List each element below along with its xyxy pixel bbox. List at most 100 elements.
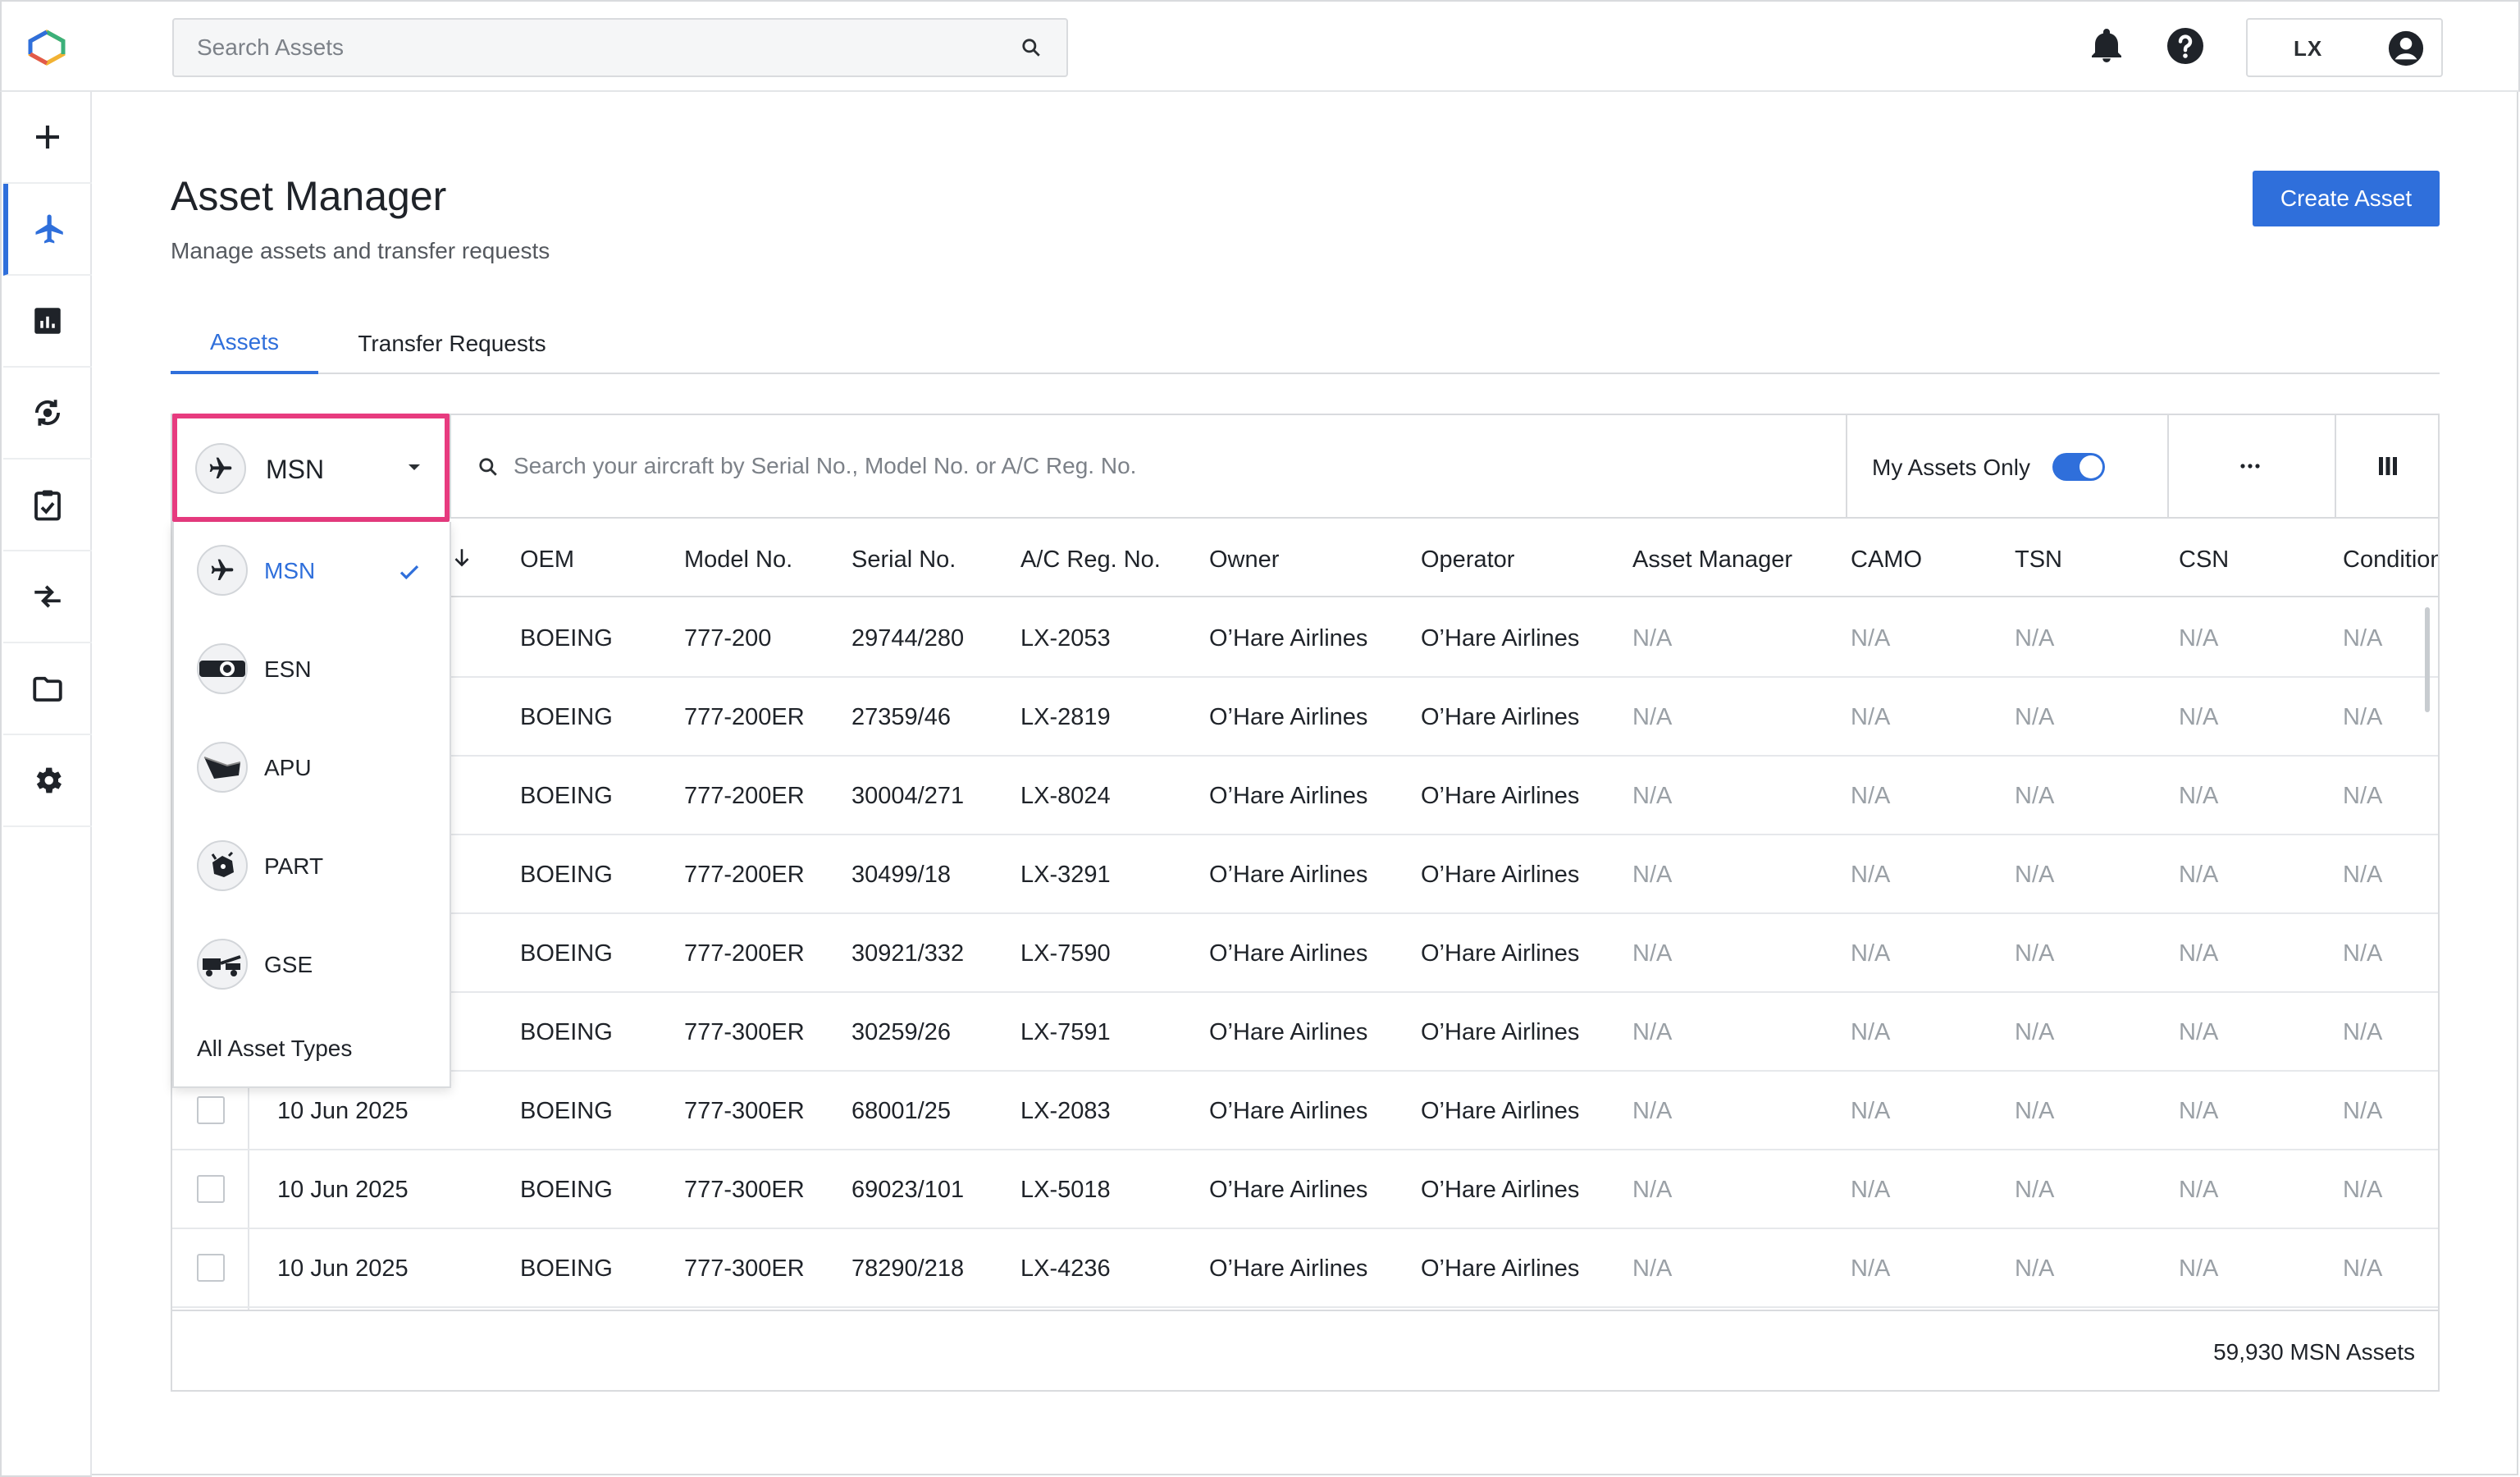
asset-type-option-esn[interactable]: ESN bbox=[174, 620, 450, 719]
column-serial-no[interactable]: Serial No. bbox=[851, 546, 956, 574]
global-search-input[interactable] bbox=[197, 20, 984, 75]
cell-condition: N/A bbox=[2343, 1019, 2383, 1045]
cell-tsn: N/A bbox=[2015, 940, 2055, 967]
part-icon bbox=[211, 851, 234, 877]
asset-type-option-apu[interactable]: APU bbox=[174, 719, 450, 817]
tab-assets[interactable]: Assets bbox=[171, 313, 318, 374]
asset-search[interactable] bbox=[451, 415, 1846, 517]
cell-ac-reg-no: LX-2083 bbox=[1020, 1098, 1111, 1124]
sidebar-item-tasks[interactable] bbox=[3, 460, 92, 551]
bell-icon[interactable] bbox=[2087, 26, 2126, 66]
table-row[interactable]: BOEING 777-200 29744/280 LX-2053 O’Hare Airl… bbox=[172, 599, 2438, 678]
table-row[interactable]: BOEING 777-200ER 30499/18 LX-3291 O’Hare Air… bbox=[172, 835, 2438, 914]
tab-transfer-requests[interactable]: Transfer Requests bbox=[345, 313, 559, 374]
columns-icon bbox=[2379, 457, 2397, 475]
table-row[interactable]: 10 Jun 2025 BOEING 777-300ER 78290/218 LX-42… bbox=[172, 1229, 2438, 1308]
top-bar: LX bbox=[0, 0, 2520, 92]
cell-asset-manager: N/A bbox=[1632, 862, 1673, 888]
assets-table-panel: My Assets Only OEM Model No. Serial No. … bbox=[171, 414, 2440, 1392]
cell-serial-no: 68001/25 bbox=[851, 1098, 951, 1124]
cell-model-no: 777-300ER bbox=[684, 1177, 805, 1203]
table-row[interactable]: BOEING 777-200ER 27359/46 LX-2819 O’Hare Air… bbox=[172, 678, 2438, 757]
airplane-icon bbox=[211, 559, 234, 580]
sidebar-item-assets[interactable] bbox=[3, 184, 92, 276]
sidebar-item-reports[interactable] bbox=[3, 276, 92, 368]
create-asset-button[interactable]: Create Asset bbox=[2253, 171, 2440, 226]
column-csn[interactable]: CSN bbox=[2179, 546, 2229, 574]
asset-type-option-all[interactable]: All Asset Types bbox=[197, 1036, 352, 1062]
asset-type-option-msn[interactable]: MSN bbox=[174, 522, 450, 620]
cell-owner: O’Hare Airlines bbox=[1209, 1098, 1368, 1124]
cell-camo: N/A bbox=[1851, 1177, 1891, 1203]
table-scrollbar[interactable] bbox=[2425, 607, 2430, 712]
cell-serial-no: 29744/280 bbox=[851, 625, 965, 652]
sidebar-item-sync[interactable] bbox=[3, 368, 92, 460]
user-menu[interactable]: LX bbox=[2246, 18, 2443, 77]
column-settings-button[interactable] bbox=[2336, 415, 2440, 517]
table-row[interactable]: BOEING 777-200ER 30921/332 LX-7590 O’Hare Ai… bbox=[172, 914, 2438, 993]
sidebar-item-settings[interactable] bbox=[3, 735, 92, 827]
cell-oem: BOEING bbox=[520, 1255, 613, 1282]
row-checkbox[interactable] bbox=[197, 1175, 225, 1203]
table-row[interactable]: 10 Jun 2025 BOEING 777-300ER 69023/101 LX-50… bbox=[172, 1150, 2438, 1229]
cell-camo: N/A bbox=[1851, 940, 1891, 967]
column-camo[interactable]: CAMO bbox=[1851, 546, 1922, 574]
cell-oem: BOEING bbox=[520, 1177, 613, 1203]
cell-ac-reg-no: LX-8024 bbox=[1020, 783, 1111, 809]
my-assets-toggle[interactable] bbox=[2052, 453, 2105, 481]
row-checkbox[interactable] bbox=[197, 1254, 225, 1282]
cell-asset-manager: N/A bbox=[1632, 1177, 1673, 1203]
asset-type-option-part[interactable]: PART bbox=[174, 817, 450, 916]
sidebar-item-add[interactable] bbox=[3, 92, 92, 184]
table-row[interactable]: BOEING 777-200ER 30004/271 LX-8024 O’Hare Ai… bbox=[172, 757, 2438, 835]
asset-search-input[interactable] bbox=[514, 440, 1826, 492]
clipboard-check-icon bbox=[34, 490, 61, 521]
cell-serial-no: 30921/332 bbox=[851, 940, 965, 967]
cell-asset-manager: N/A bbox=[1632, 1019, 1673, 1045]
cell-serial-no: 30499/18 bbox=[851, 862, 951, 888]
cell-operator: O’Hare Airlines bbox=[1421, 783, 1580, 809]
asset-type-select[interactable]: MSN bbox=[172, 414, 450, 522]
column-condition[interactable]: Condition bbox=[2343, 546, 2438, 574]
app-logo[interactable] bbox=[26, 30, 67, 66]
cell-ac-reg-no: LX-4236 bbox=[1020, 1255, 1111, 1282]
cell-camo: N/A bbox=[1851, 1098, 1891, 1124]
table-row[interactable]: 10 Jun 2025 BOEING 777-300ER 68001/25 LX-208… bbox=[172, 1072, 2438, 1150]
search-icon[interactable] bbox=[1020, 37, 1042, 58]
cell-condition: N/A bbox=[2343, 1098, 2383, 1124]
column-oem[interactable]: OEM bbox=[520, 546, 574, 574]
option-badge bbox=[197, 643, 248, 694]
cell-ac-reg-no: LX-5018 bbox=[1020, 1177, 1111, 1203]
option-label: GSE bbox=[264, 952, 313, 977]
gear-icon bbox=[36, 767, 62, 793]
cell-tsn: N/A bbox=[2015, 1177, 2055, 1203]
column-ac-reg-no[interactable]: A/C Reg. No. bbox=[1020, 546, 1161, 574]
cell-csn: N/A bbox=[2179, 1177, 2219, 1203]
column-tsn[interactable]: TSN bbox=[2015, 546, 2062, 574]
help-icon[interactable] bbox=[2166, 26, 2205, 66]
page-subtitle: Manage assets and transfer requests bbox=[171, 238, 550, 263]
sort-descending-icon[interactable] bbox=[451, 546, 472, 569]
cell-asset-manager: N/A bbox=[1632, 1255, 1673, 1282]
more-options-button[interactable] bbox=[2198, 415, 2302, 517]
option-label: APU bbox=[264, 755, 312, 780]
column-owner[interactable]: Owner bbox=[1209, 546, 1279, 574]
sidebar-item-transfers[interactable] bbox=[3, 551, 92, 643]
sidebar-item-files[interactable] bbox=[3, 643, 92, 735]
global-search[interactable] bbox=[172, 18, 1068, 77]
table-row[interactable]: BOEING 777-300ER 30259/26 LX-7591 O’Hare Air… bbox=[172, 993, 2438, 1072]
cell-camo: N/A bbox=[1851, 862, 1891, 888]
cell-asset-manager: N/A bbox=[1632, 1098, 1673, 1124]
cell-operator: O’Hare Airlines bbox=[1421, 1255, 1580, 1282]
account-icon bbox=[2388, 30, 2424, 66]
column-operator[interactable]: Operator bbox=[1421, 546, 1514, 574]
plus-icon bbox=[36, 126, 59, 149]
cell-operator: O’Hare Airlines bbox=[1421, 1098, 1580, 1124]
asset-type-option-gse[interactable]: GSE bbox=[174, 916, 450, 1014]
option-badge bbox=[197, 939, 248, 990]
row-checkbox[interactable] bbox=[197, 1096, 225, 1124]
column-model-no[interactable]: Model No. bbox=[684, 546, 792, 574]
cell-condition: N/A bbox=[2343, 625, 2383, 652]
cell-csn: N/A bbox=[2179, 940, 2219, 967]
column-asset-manager[interactable]: Asset Manager bbox=[1632, 546, 1792, 574]
